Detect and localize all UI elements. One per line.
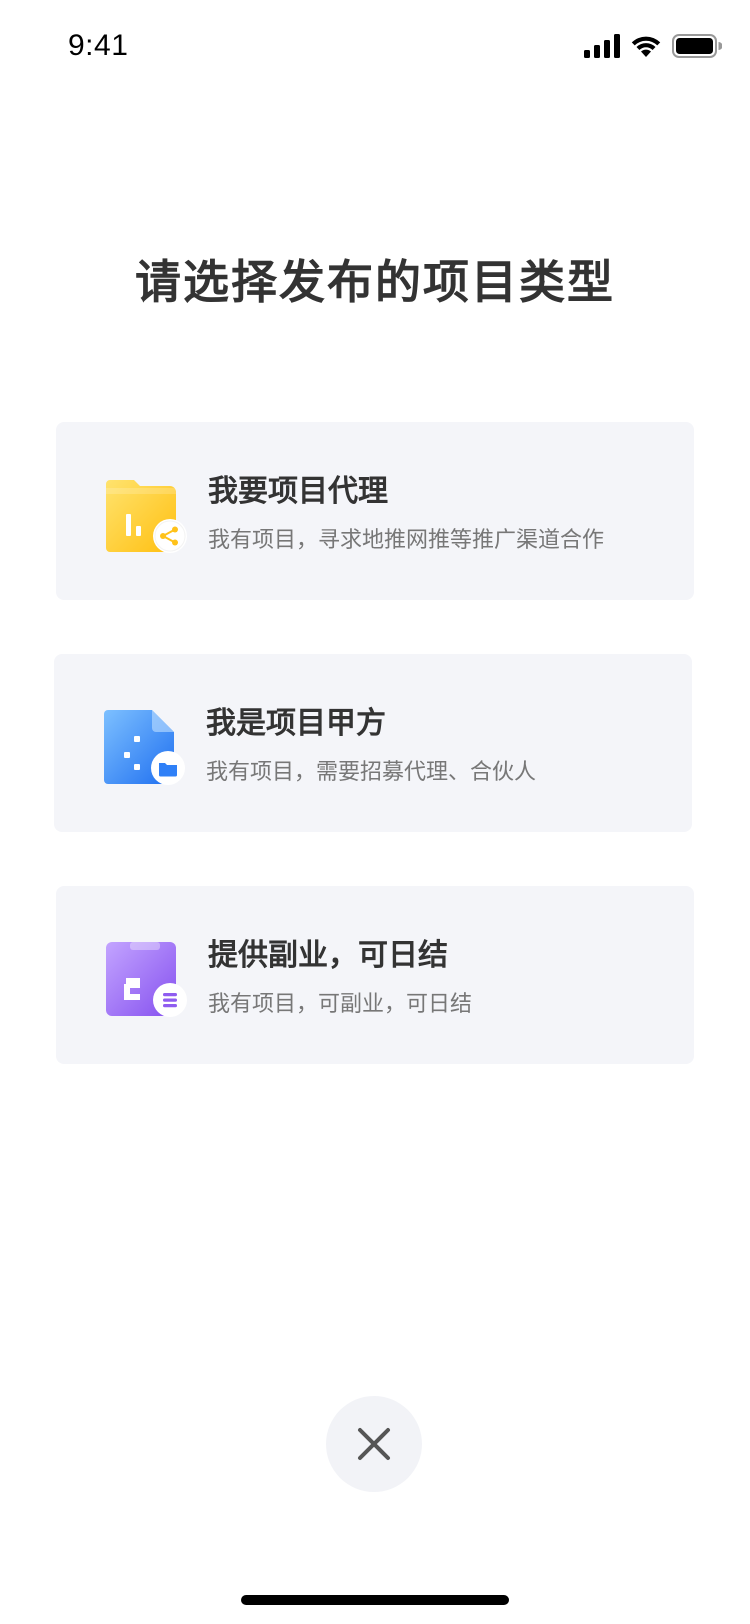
page-title: 请选择发布的项目类型 bbox=[135, 255, 615, 309]
option-card-side-job[interactable]: 提供副业，可日结 我有项目，可副业，可日结 bbox=[56, 886, 694, 1064]
option-card-project-owner[interactable]: 我是项目甲方 我有项目，需要招募代理、合伙人 bbox=[54, 654, 692, 832]
option-title: 我要项目代理 bbox=[208, 474, 388, 509]
folder-share-icon bbox=[104, 476, 188, 556]
option-title: 提供副业，可日结 bbox=[208, 938, 448, 973]
document-folder-icon bbox=[102, 708, 186, 788]
home-indicator[interactable] bbox=[241, 1595, 509, 1605]
option-card-project-agent[interactable]: 我要项目代理 我有项目，寻求地推网推等推广渠道合作 bbox=[56, 422, 694, 600]
option-description: 我有项目，可副业，可日结 bbox=[208, 992, 473, 1017]
signal-icon bbox=[584, 34, 620, 58]
status-time: 9:41 bbox=[68, 29, 129, 62]
close-button[interactable] bbox=[326, 1396, 422, 1492]
close-icon bbox=[357, 1427, 391, 1461]
clipboard-list-icon bbox=[104, 940, 188, 1020]
status-bar: 9:41 bbox=[0, 0, 750, 96]
wifi-icon bbox=[630, 34, 662, 58]
option-description: 我有项目，需要招募代理、合伙人 bbox=[206, 760, 537, 785]
project-type-screen: 9:41 请选择发布的项目类型 我要项目代理 我有项目，寻求地推网推等推广渠道合… bbox=[0, 0, 750, 1624]
status-icons bbox=[584, 32, 722, 60]
option-title: 我是项目甲方 bbox=[206, 706, 386, 741]
battery-icon bbox=[672, 34, 722, 58]
option-description: 我有项目，寻求地推网推等推广渠道合作 bbox=[208, 528, 605, 553]
